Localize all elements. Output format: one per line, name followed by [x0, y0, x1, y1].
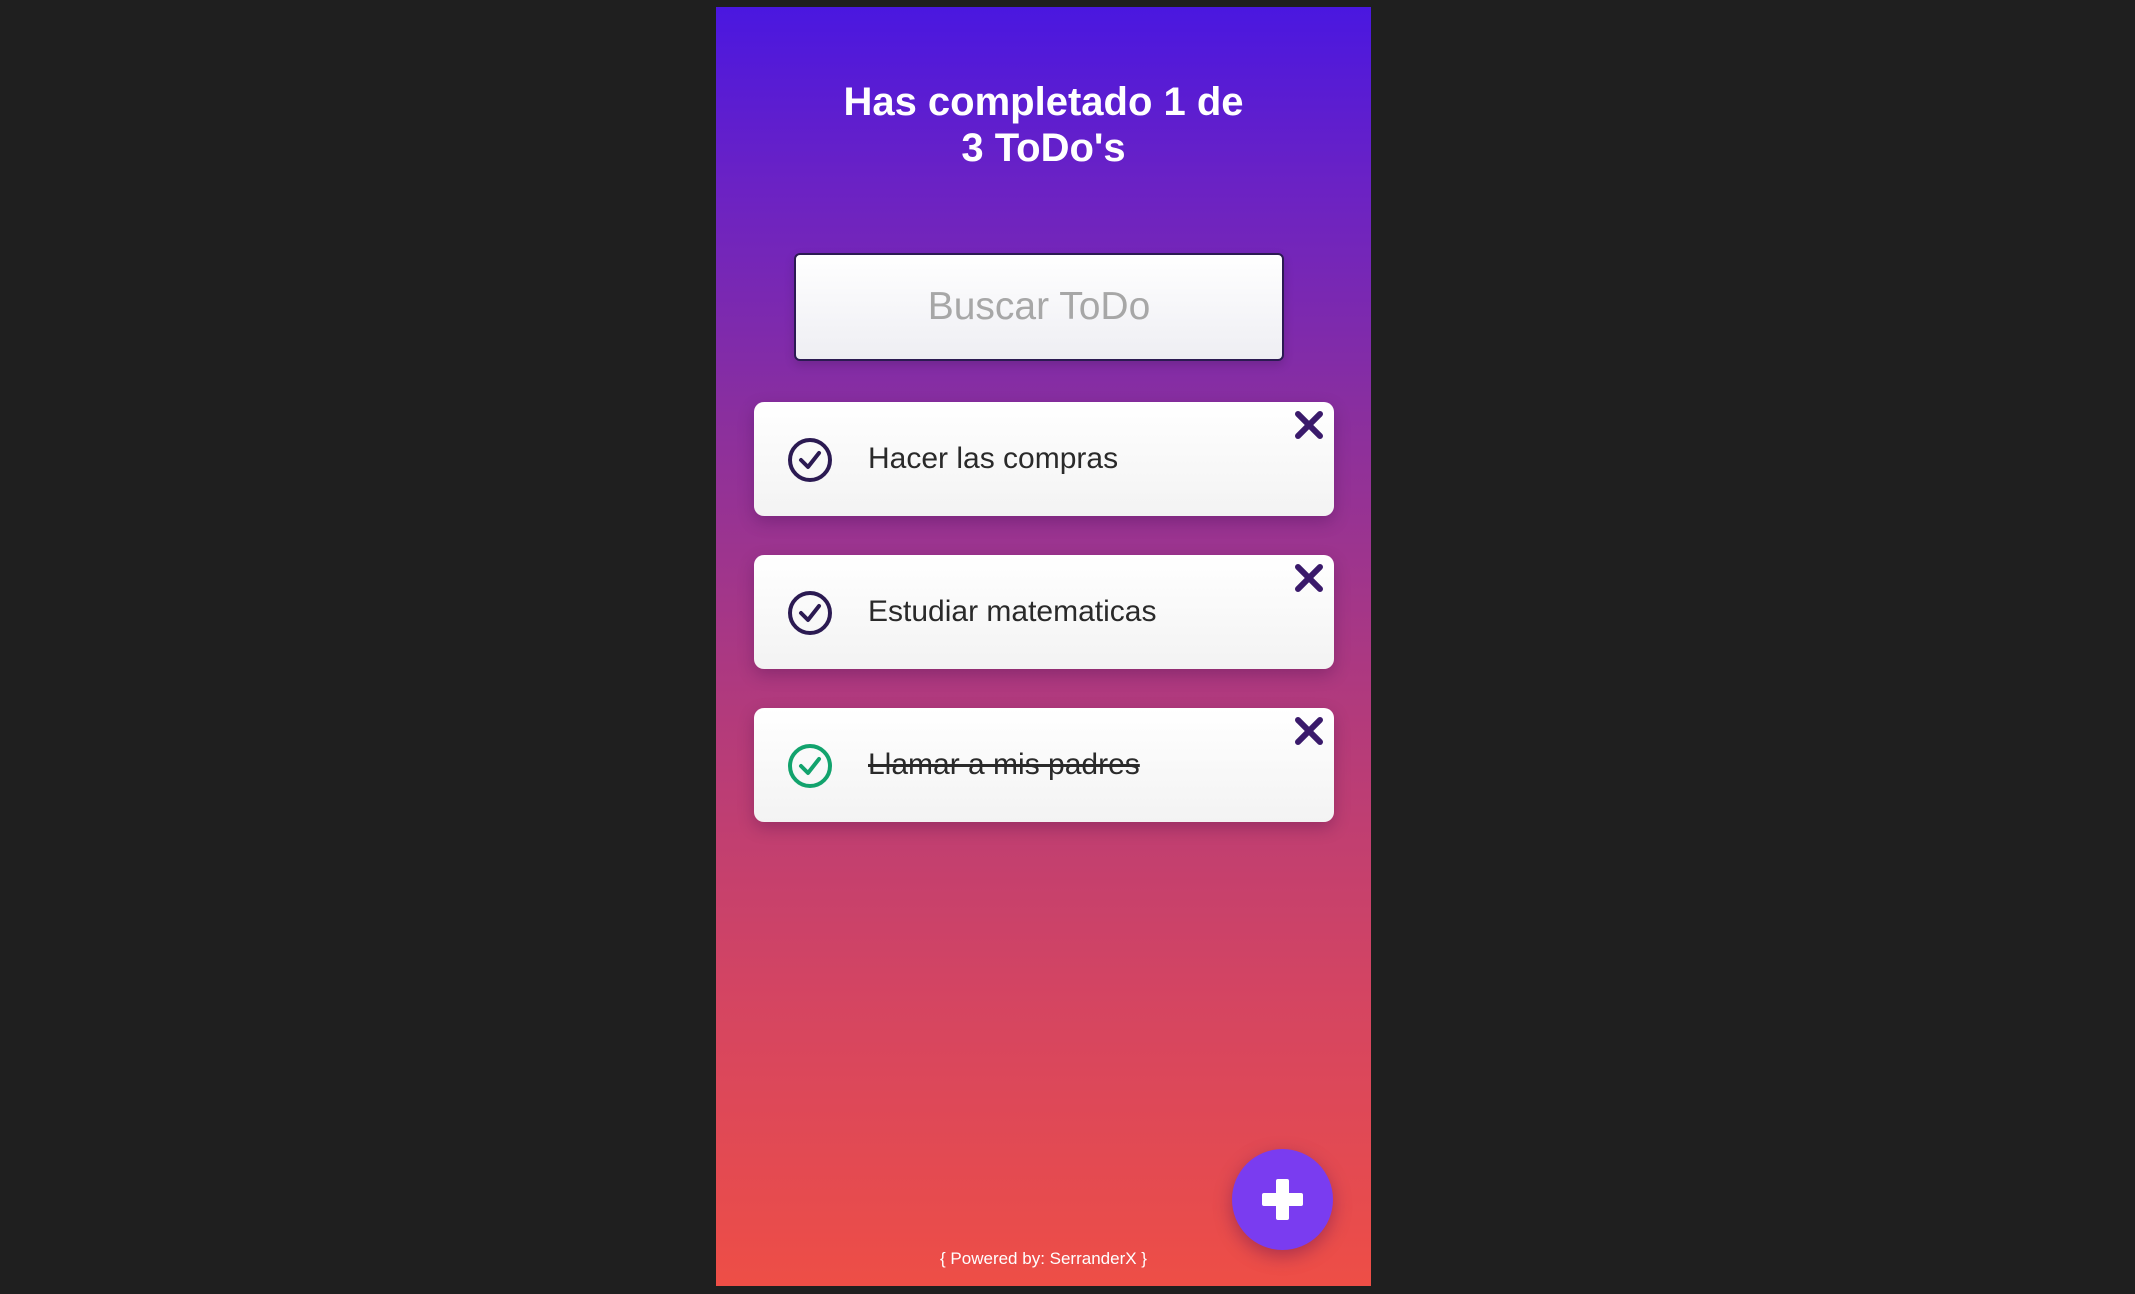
todo-item: Hacer las compras [754, 402, 1334, 516]
todo-text: Estudiar matematicas [868, 595, 1157, 628]
todo-text: Llamar a mis padres [868, 748, 1140, 781]
todo-app: Has completado 1 de 3 ToDo's Hacer las c… [716, 7, 1371, 1286]
page-title: Has completado 1 de 3 ToDo's [716, 79, 1371, 171]
footer-credit: { Powered by: SerranderX } [940, 1249, 1147, 1268]
close-icon[interactable] [1292, 714, 1326, 748]
close-icon[interactable] [1292, 408, 1326, 442]
todo-item: Llamar a mis padres [754, 708, 1334, 822]
check-circle-icon[interactable] [787, 743, 833, 789]
add-todo-button[interactable] [1232, 1149, 1333, 1250]
check-circle-icon[interactable] [787, 590, 833, 636]
plus-icon [1262, 1179, 1303, 1220]
title-line-1: Has completado 1 de [843, 80, 1244, 124]
todo-text: Hacer las compras [868, 442, 1119, 475]
close-icon[interactable] [1292, 561, 1326, 595]
todo-item: Estudiar matematicas [754, 555, 1334, 669]
title-line-2: 3 ToDo's [961, 126, 1126, 170]
search-input[interactable] [794, 253, 1284, 361]
check-circle-icon[interactable] [787, 437, 833, 483]
todo-list: Hacer las compras Estudiar matematicas L… [754, 402, 1334, 861]
